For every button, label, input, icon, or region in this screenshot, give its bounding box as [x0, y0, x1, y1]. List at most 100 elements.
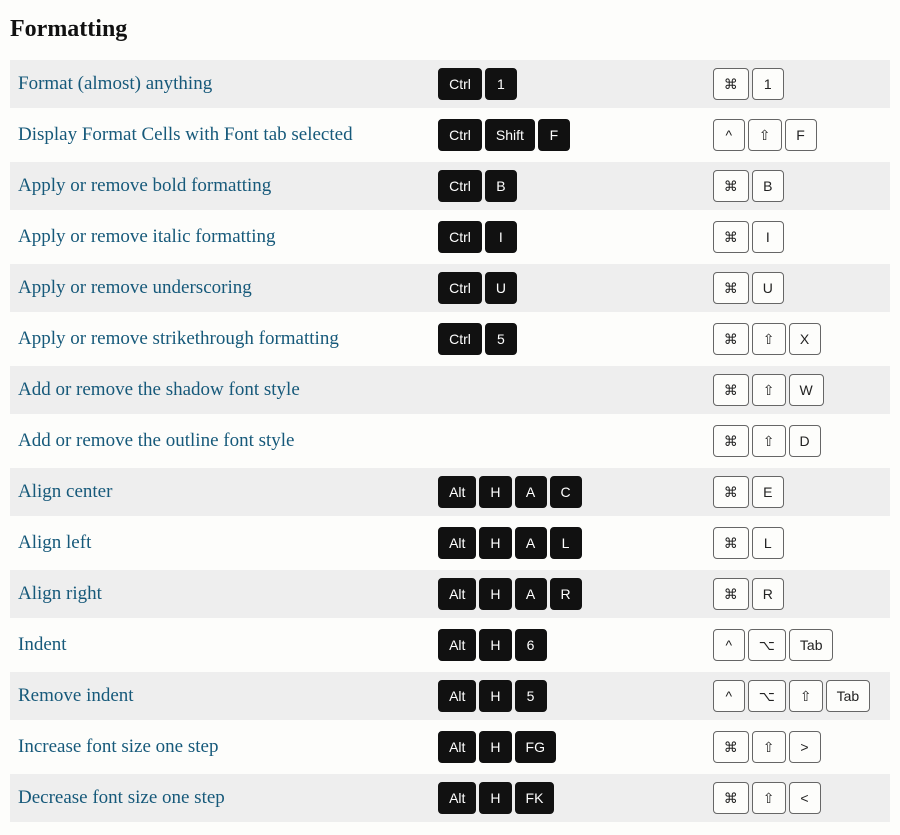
- key-light: Tab: [789, 629, 834, 661]
- mac-shortcut: ⌘⇧>: [707, 723, 890, 771]
- key-dark: Alt: [438, 680, 476, 712]
- key-dark: F: [538, 119, 570, 151]
- shortcut-description[interactable]: Add or remove the shadow font style: [10, 366, 432, 414]
- windows-shortcut: AltHAL: [432, 519, 707, 567]
- key-light: ⇧: [748, 119, 782, 151]
- key-dark: R: [550, 578, 582, 610]
- key-light: ⌥: [748, 629, 786, 661]
- shortcut-description[interactable]: Format (almost) anything: [10, 60, 432, 108]
- key-light: ^: [713, 629, 745, 661]
- key-light: ⌘: [713, 731, 749, 763]
- windows-shortcut: CtrlB: [432, 162, 707, 210]
- key-dark: Alt: [438, 476, 476, 508]
- windows-shortcut: [432, 417, 707, 465]
- key-dark: Ctrl: [438, 272, 482, 304]
- key-light: ⌘: [713, 374, 749, 406]
- key-dark: FG: [515, 731, 556, 763]
- shortcut-row: Apply or remove bold formattingCtrlB⌘B: [10, 162, 890, 210]
- key-dark: H: [479, 731, 511, 763]
- mac-shortcut: ^⌥Tab: [707, 621, 890, 669]
- key-dark: L: [550, 527, 582, 559]
- key-dark: Alt: [438, 527, 476, 559]
- key-light: ⇧: [752, 731, 786, 763]
- shortcut-description[interactable]: Apply or remove underscoring: [10, 264, 432, 312]
- shortcut-description[interactable]: Increase font size one step: [10, 723, 432, 771]
- key-light: ⇧: [752, 374, 786, 406]
- windows-shortcut: [432, 366, 707, 414]
- mac-shortcut: ⌘1: [707, 60, 890, 108]
- key-dark: 1: [485, 68, 517, 100]
- shortcut-description[interactable]: Indent: [10, 621, 432, 669]
- key-dark: H: [479, 578, 511, 610]
- mac-shortcut: ⌘B: [707, 162, 890, 210]
- shortcut-description[interactable]: Align left: [10, 519, 432, 567]
- windows-shortcut: AltHFK: [432, 774, 707, 822]
- key-light: ^: [713, 680, 745, 712]
- key-dark: Alt: [438, 731, 476, 763]
- mac-shortcut: ⌘R: [707, 570, 890, 618]
- key-light: ⌘: [713, 272, 749, 304]
- shortcut-row: IndentAltH6^⌥Tab: [10, 621, 890, 669]
- key-light: D: [789, 425, 821, 457]
- shortcut-description[interactable]: Align right: [10, 570, 432, 618]
- key-dark: Ctrl: [438, 221, 482, 253]
- mac-shortcut: ⌘L: [707, 519, 890, 567]
- key-light: ⇧: [752, 425, 786, 457]
- shortcut-description[interactable]: Align center: [10, 468, 432, 516]
- windows-shortcut: CtrlU: [432, 264, 707, 312]
- shortcut-row: Align leftAltHAL⌘L: [10, 519, 890, 567]
- mac-shortcut: ⌘⇧<: [707, 774, 890, 822]
- key-dark: U: [485, 272, 517, 304]
- key-light: ⌘: [713, 578, 749, 610]
- key-dark: H: [479, 680, 511, 712]
- shortcut-description[interactable]: Remove indent: [10, 672, 432, 720]
- key-light: 1: [752, 68, 784, 100]
- windows-shortcut: Ctrl1: [432, 60, 707, 108]
- key-light: L: [752, 527, 784, 559]
- key-dark: 5: [515, 680, 547, 712]
- key-light: ⌘: [713, 425, 749, 457]
- shortcut-description[interactable]: Add or remove the outline font style: [10, 417, 432, 465]
- shortcut-description[interactable]: Apply or remove italic formatting: [10, 213, 432, 261]
- shortcut-row: Decrease font size one stepAltHFK⌘⇧<: [10, 774, 890, 822]
- windows-shortcut: Ctrl5: [432, 315, 707, 363]
- shortcuts-table: Format (almost) anythingCtrl1⌘1Display F…: [10, 57, 890, 825]
- shortcut-description[interactable]: Display Format Cells with Font tab selec…: [10, 111, 432, 159]
- key-light: ⌘: [713, 527, 749, 559]
- mac-shortcut: ^⇧F: [707, 111, 890, 159]
- windows-shortcut: CtrlI: [432, 213, 707, 261]
- mac-shortcut: ⌘⇧D: [707, 417, 890, 465]
- key-light: ⌘: [713, 476, 749, 508]
- windows-shortcut: AltHAR: [432, 570, 707, 618]
- key-dark: Alt: [438, 629, 476, 661]
- shortcut-row: Align rightAltHAR⌘R: [10, 570, 890, 618]
- windows-shortcut: CtrlShiftF: [432, 111, 707, 159]
- key-light: ⇧: [752, 782, 786, 814]
- key-dark: Shift: [485, 119, 535, 151]
- section-title: Formatting: [10, 16, 890, 43]
- key-dark: H: [479, 782, 511, 814]
- key-light: ⌘: [713, 68, 749, 100]
- windows-shortcut: AltHFG: [432, 723, 707, 771]
- key-dark: A: [515, 578, 547, 610]
- shortcut-row: Add or remove the shadow font style⌘⇧W: [10, 366, 890, 414]
- mac-shortcut: ^⌥⇧Tab: [707, 672, 890, 720]
- shortcut-description[interactable]: Decrease font size one step: [10, 774, 432, 822]
- shortcut-description[interactable]: Apply or remove bold formatting: [10, 162, 432, 210]
- key-light: U: [752, 272, 784, 304]
- key-dark: Ctrl: [438, 170, 482, 202]
- shortcut-row: Apply or remove italic formattingCtrlI⌘I: [10, 213, 890, 261]
- key-dark: H: [479, 629, 511, 661]
- key-light: ⌥: [748, 680, 786, 712]
- shortcut-description[interactable]: Apply or remove strikethrough formatting: [10, 315, 432, 363]
- shortcut-row: Display Format Cells with Font tab selec…: [10, 111, 890, 159]
- key-light: ^: [713, 119, 745, 151]
- windows-shortcut: AltH6: [432, 621, 707, 669]
- key-light: ⌘: [713, 782, 749, 814]
- key-light: R: [752, 578, 784, 610]
- mac-shortcut: ⌘U: [707, 264, 890, 312]
- shortcut-row: Apply or remove underscoringCtrlU⌘U: [10, 264, 890, 312]
- key-light: B: [752, 170, 784, 202]
- shortcut-row: Add or remove the outline font style ⌘⇧D: [10, 417, 890, 465]
- key-dark: Ctrl: [438, 323, 482, 355]
